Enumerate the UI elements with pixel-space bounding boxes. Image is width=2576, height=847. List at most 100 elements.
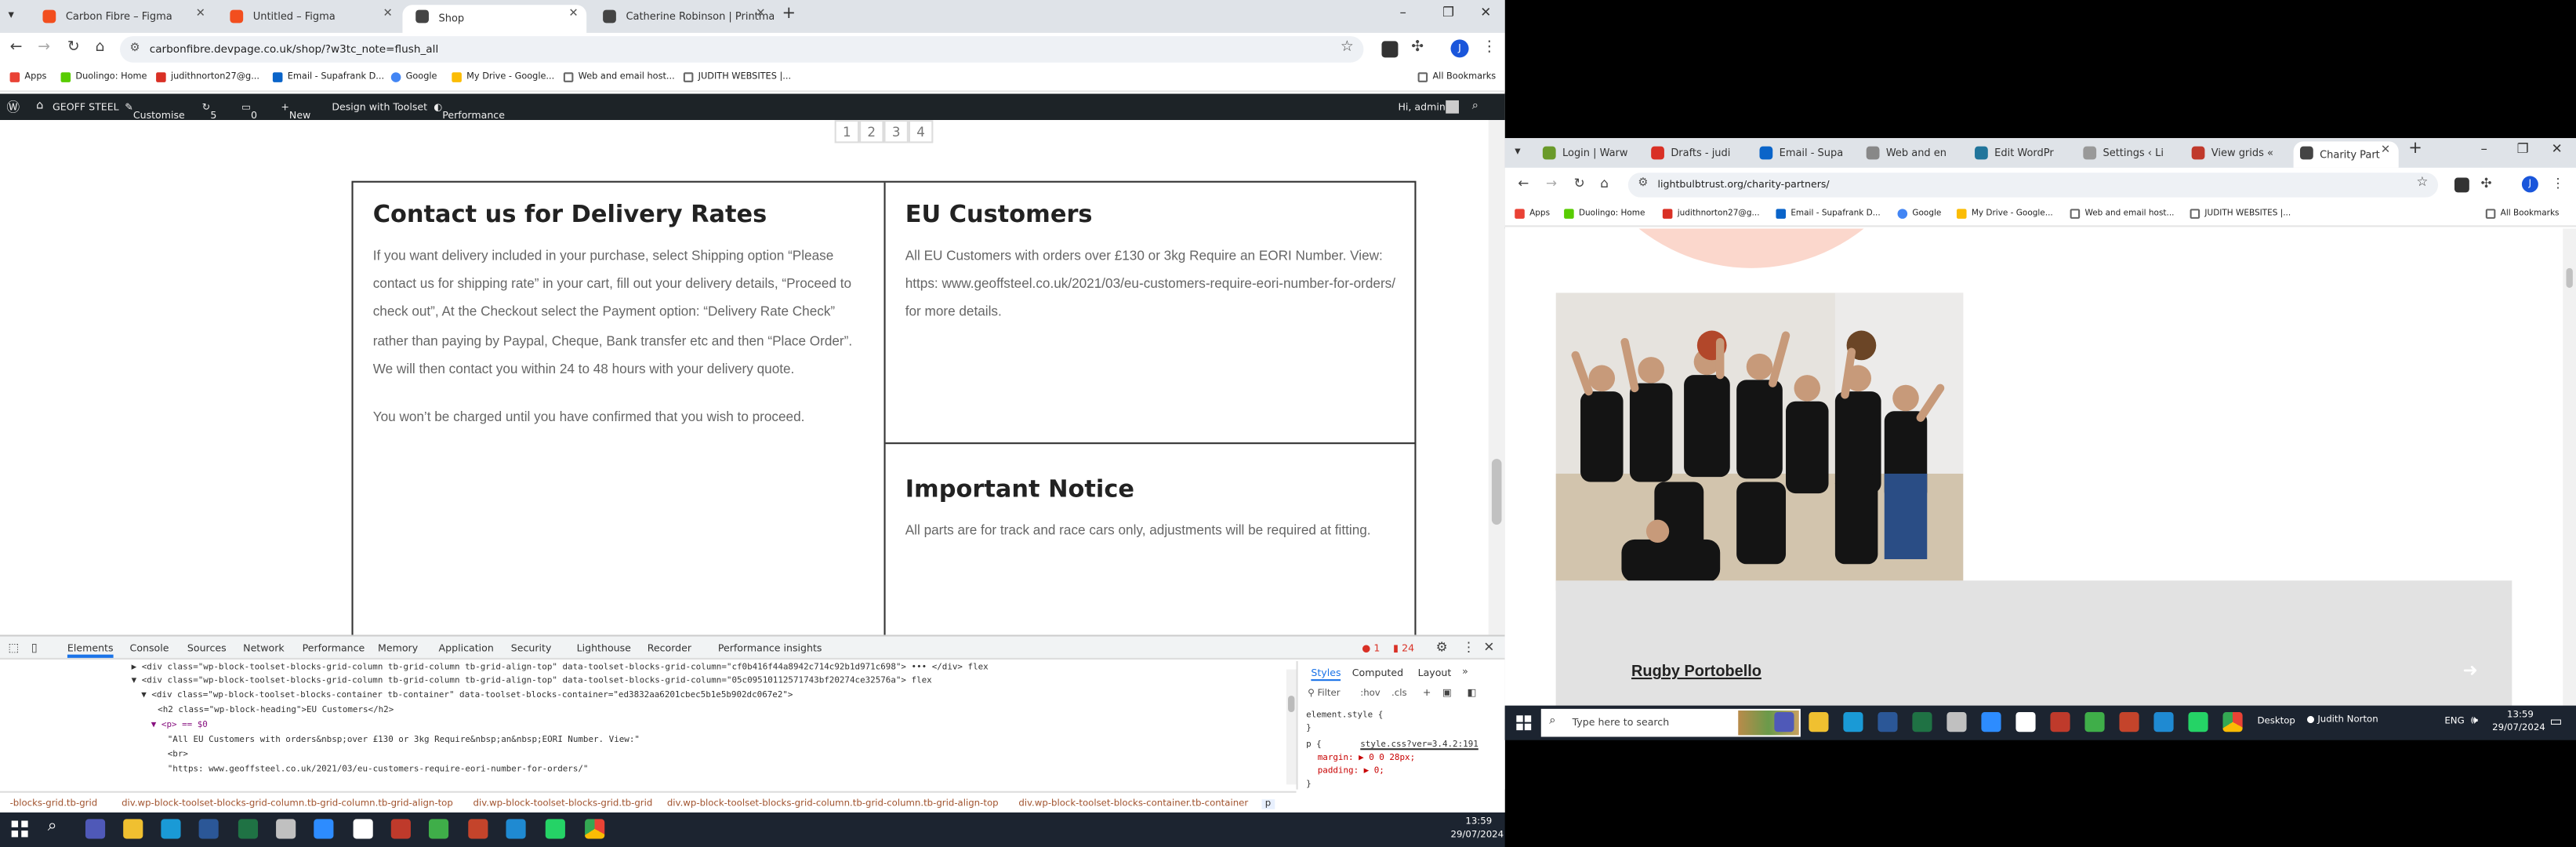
forward-icon[interactable]: → — [1546, 176, 1557, 191]
bookmark-google[interactable]: Google — [390, 72, 437, 82]
updates-link[interactable]: ↻ 5 — [202, 102, 217, 122]
minimize-button[interactable]: – — [2481, 141, 2487, 156]
clock-date[interactable]: 29/07/2024 — [2492, 724, 2545, 734]
close-tab-icon[interactable]: ✕ — [568, 6, 578, 20]
breadcrumb-item[interactable]: div.wp-block-toolset-blocks-grid-column.… — [667, 799, 999, 809]
tab-carbon-fibre-figma[interactable]: Carbon Fibre – Figma ✕ — [30, 5, 214, 27]
extension-icon[interactable] — [1381, 41, 1399, 58]
site-info-icon[interactable]: ⚙ — [1638, 176, 1648, 189]
start-icon[interactable] — [11, 820, 28, 838]
back-icon[interactable]: ← — [10, 39, 23, 56]
wordpress-icon[interactable]: Ⓦ — [6, 99, 20, 117]
chrome-icon[interactable] — [585, 819, 605, 839]
avatar[interactable] — [1446, 100, 1459, 114]
comments-link[interactable]: ▭ 0 — [241, 102, 257, 122]
styles-tab[interactable]: Styles — [1311, 667, 1341, 682]
devtools-menu-icon[interactable]: ⋮ — [1462, 640, 1475, 655]
tab-search-icon[interactable]: ▾ — [8, 8, 13, 21]
reload-icon[interactable]: ↻ — [1574, 176, 1585, 191]
bookmark-drive[interactable]: My Drive - Google... — [1956, 209, 2053, 219]
vscode-icon[interactable] — [506, 819, 526, 839]
edge-icon[interactable] — [161, 819, 181, 839]
page-link[interactable]: 4 — [908, 120, 934, 144]
close-window-button[interactable]: ✕ — [2552, 141, 2563, 156]
address-bar[interactable]: ⚙ lightbulbtrust.org/charity-partners/ ☆ — [1627, 173, 2439, 198]
page-link[interactable]: 2 — [859, 120, 884, 144]
extension-icon[interactable] — [2454, 177, 2469, 193]
devtools-tab-elements[interactable]: Elements — [67, 643, 114, 658]
tab-drafts[interactable]: Drafts - judi — [1645, 141, 1750, 164]
file-explorer-icon[interactable] — [123, 819, 143, 839]
volume-icon[interactable]: 🕪 — [2471, 714, 2478, 729]
file-explorer-icon[interactable] — [1809, 712, 1829, 732]
page-link[interactable]: 1 — [834, 120, 860, 144]
customise-link[interactable]: ✎ Customise — [125, 102, 185, 122]
bookmark-star-icon[interactable]: ☆ — [2416, 174, 2428, 189]
devtools-tab-performance-insights[interactable]: Performance insights — [718, 643, 822, 655]
notifications-icon[interactable]: ▭ — [2550, 714, 2563, 729]
bookmark-web-email-host[interactable]: Web and email host... — [563, 72, 675, 82]
excel-icon[interactable] — [1912, 712, 1932, 732]
menu-icon[interactable]: ⋮ — [2552, 176, 2565, 191]
eori-link[interactable]: https: www.geoffsteel.co.uk/2021/03/eu-c… — [905, 277, 1395, 292]
bookmark-judith-websites[interactable]: JUDITH WEBSITES |... — [683, 72, 791, 82]
tab-search-icon[interactable]: ▾ — [1515, 145, 1520, 158]
whatsapp-icon[interactable] — [545, 819, 565, 839]
tab-web-email[interactable]: Web and en — [1859, 141, 1965, 164]
edge-icon[interactable] — [1843, 712, 1863, 732]
devtools-tab-application[interactable]: Application — [439, 643, 494, 655]
search-icon[interactable]: ⌕ — [48, 817, 57, 835]
warning-count[interactable]: ▮ 24 — [1393, 643, 1414, 655]
settings-gear-icon[interactable]: ⚙ — [1436, 640, 1448, 655]
teams-icon[interactable] — [85, 819, 106, 839]
close-window-button[interactable]: ✕ — [1480, 5, 1491, 20]
new-style-rule-icon[interactable]: + — [1423, 688, 1431, 700]
layout-tab[interactable]: Layout — [1418, 667, 1452, 679]
page-link[interactable]: 3 — [883, 120, 909, 144]
dom-node[interactable]: ▼ <div class="wp-block-toolset-blocks-co… — [141, 691, 793, 701]
bookmark-apps[interactable]: Apps — [1515, 209, 1550, 219]
user-name[interactable]: ● Judith Norton — [2306, 715, 2378, 725]
tab-edit-wordpress[interactable]: Edit WordPr — [1968, 141, 2073, 164]
inspect-element-icon[interactable]: ⬚ — [8, 642, 19, 655]
breadcrumb-item[interactable]: -blocks-grid.tb-grid — [10, 799, 98, 809]
start-icon[interactable] — [1516, 715, 1532, 731]
word-icon[interactable] — [1878, 712, 1898, 732]
bookmark-star-icon[interactable]: ☆ — [1341, 39, 1354, 56]
all-bookmarks[interactable]: All Bookmarks — [1417, 72, 1496, 82]
puzzle-icon[interactable]: ✣ — [1411, 39, 1424, 56]
bookmark-gmail[interactable]: judithnorton27@g... — [156, 72, 259, 82]
site-name-link[interactable]: GEOFF STEEL — [53, 102, 119, 114]
breadcrumb-item[interactable]: div.wp-block-toolset-blocks-container.tb… — [1018, 799, 1248, 809]
address-bar[interactable]: ⚙ carbonfibre.devpage.co.uk/shop/?w3tc_n… — [119, 36, 1364, 63]
close-tab-icon[interactable]: ✕ — [383, 6, 393, 20]
notepad-icon[interactable] — [353, 819, 373, 839]
powerpoint-icon[interactable] — [2119, 712, 2139, 732]
close-tab-icon[interactable]: ✕ — [196, 6, 205, 20]
whatsapp-icon[interactable] — [2188, 712, 2208, 732]
all-bookmarks[interactable]: All Bookmarks — [2485, 209, 2560, 219]
elements-scrollbar[interactable] — [1286, 669, 1297, 785]
toggle-element-state-icon[interactable]: ▣ — [1442, 688, 1452, 700]
partner-card[interactable] — [1555, 580, 2513, 707]
devtools-tab-console[interactable]: Console — [130, 643, 169, 655]
vscode-icon[interactable] — [2153, 712, 2174, 732]
partner-card-title[interactable]: Rugby Portobello — [1631, 663, 1761, 681]
breadcrumb-item[interactable]: div.wp-block-toolset-blocks-grid.tb-grid — [473, 799, 653, 809]
forward-icon[interactable]: → — [38, 39, 50, 56]
powerpoint-icon[interactable] — [468, 819, 488, 839]
breadcrumb-item-current[interactable]: p — [1261, 799, 1275, 809]
profile-avatar[interactable]: J — [2521, 176, 2538, 193]
performance-link[interactable]: ◐ Performance — [434, 102, 505, 122]
maximize-button[interactable]: ❐ — [1442, 5, 1454, 20]
new-tab-button[interactable]: + — [782, 5, 796, 23]
snipping-tool-icon[interactable] — [276, 819, 296, 839]
clock-time[interactable]: 13:59 — [2507, 711, 2534, 721]
bookmark-web-email-host[interactable]: Web and email host... — [2070, 209, 2175, 219]
language-indicator[interactable]: ENG — [2444, 717, 2464, 727]
tab-login[interactable]: Login | Warw — [1536, 141, 1641, 164]
devtools-tab-security[interactable]: Security — [511, 643, 552, 655]
snipping-tool-icon[interactable] — [1947, 712, 1967, 732]
back-icon[interactable]: ← — [1518, 176, 1529, 191]
bookmark-drive[interactable]: My Drive - Google... — [452, 72, 554, 82]
